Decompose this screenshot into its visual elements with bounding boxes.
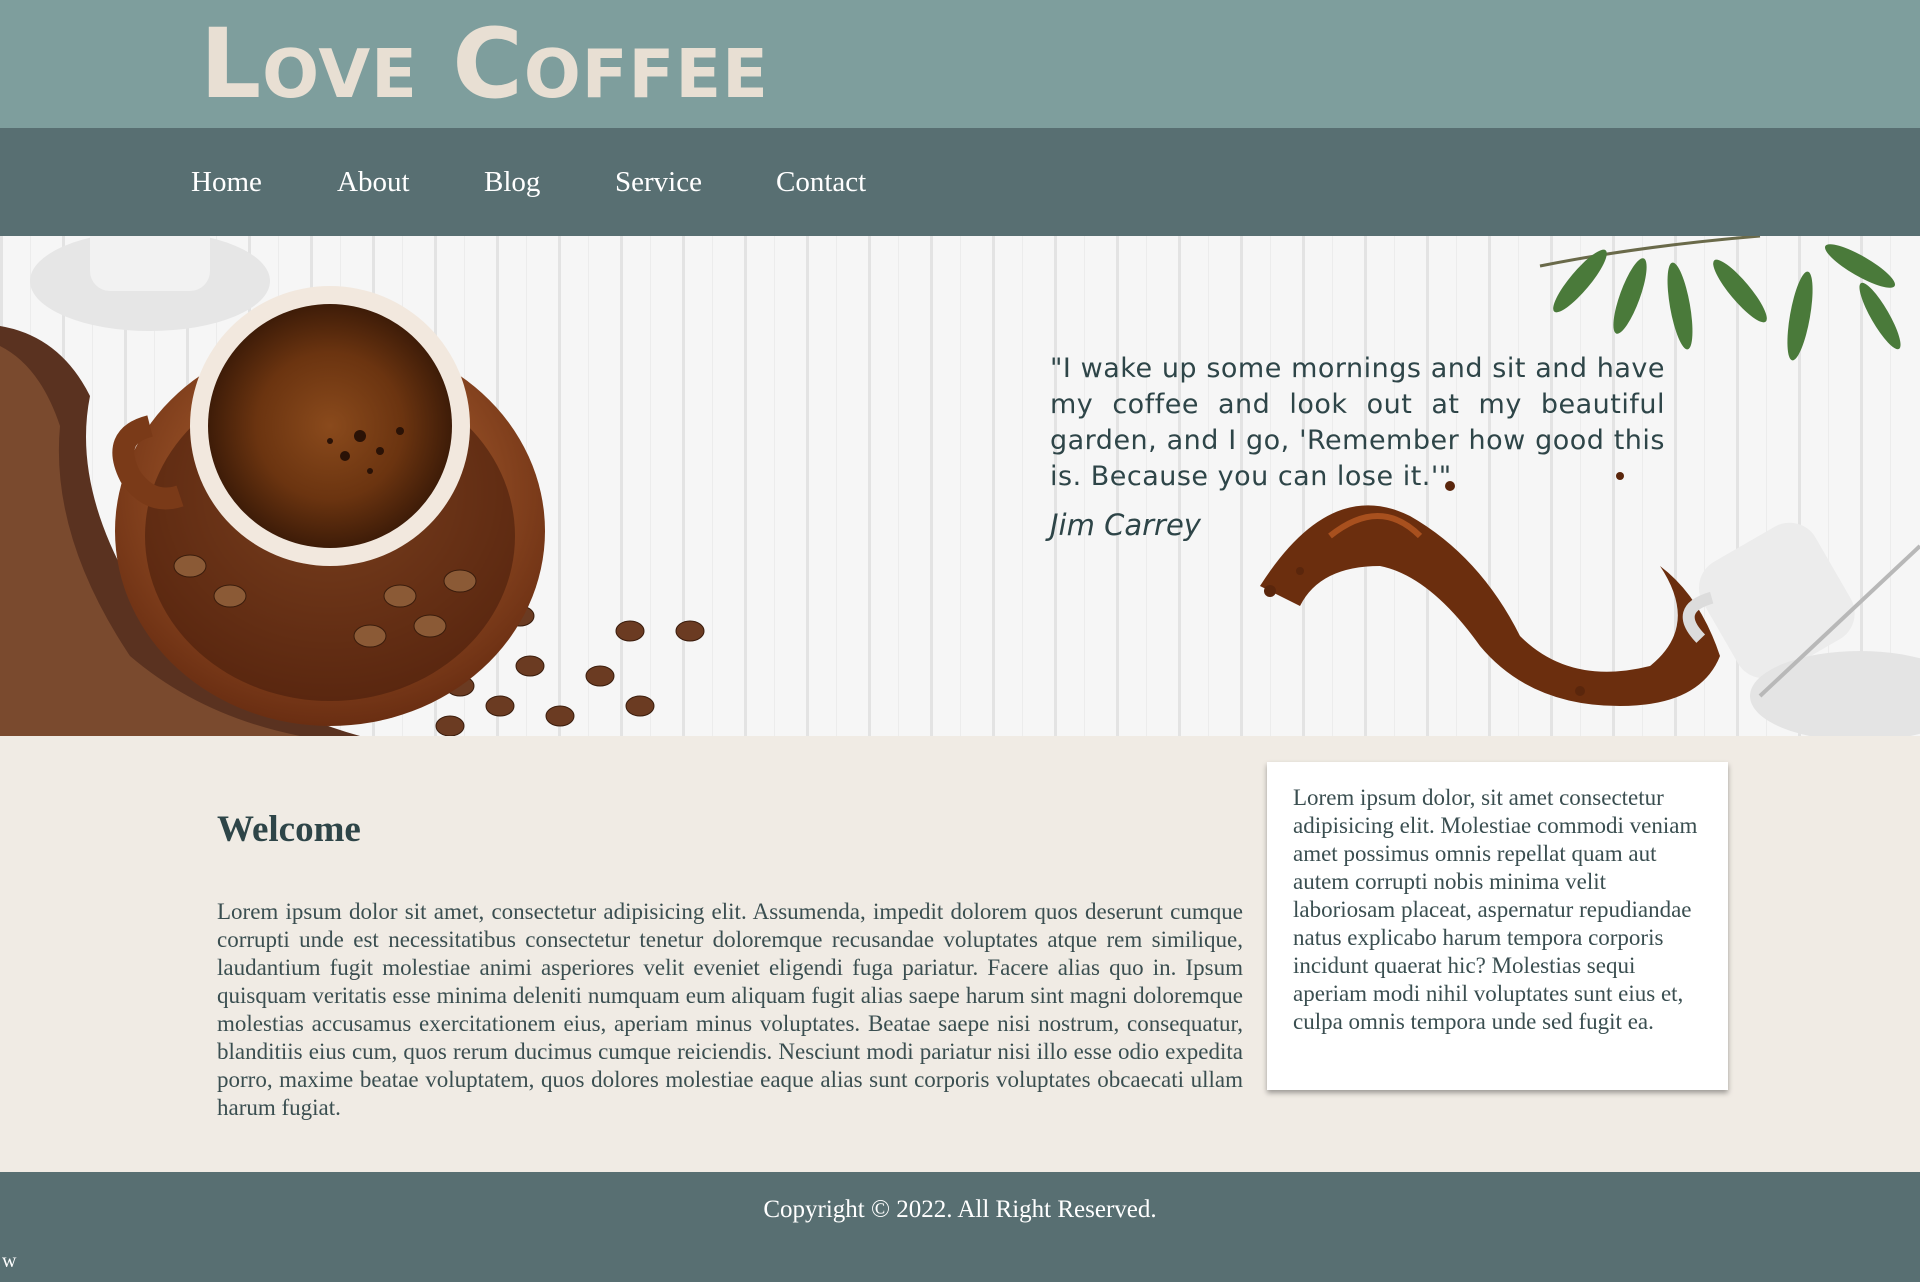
main-nav: Home About Blog Service Contact xyxy=(0,128,1920,236)
nav-contact[interactable]: Contact xyxy=(776,164,866,200)
site-footer: Copyright © 2022. All Right Reserved. w xyxy=(0,1172,1920,1282)
aside-text: Lorem ipsum dolor, sit amet consectetur … xyxy=(1293,785,1698,1034)
copyright-text: Copyright © 2022. All Right Reserved. xyxy=(763,1196,1157,1223)
welcome-text: Lorem ipsum dolor sit amet, consectetur … xyxy=(217,899,1243,1120)
site-header: Love Coffee xyxy=(0,0,1920,128)
nav-home[interactable]: Home xyxy=(191,164,262,200)
hero-quote: "I wake up some mornings and sit and hav… xyxy=(1050,353,1665,492)
corner-text: w xyxy=(2,1250,17,1272)
nav-service[interactable]: Service xyxy=(615,164,702,200)
main-content: Welcome Lorem ipsum dolor sit amet, cons… xyxy=(0,736,1920,1172)
logo[interactable]: Love Coffee xyxy=(200,8,769,120)
nav-about[interactable]: About xyxy=(337,164,410,200)
aside-card: Lorem ipsum dolor, sit amet consectetur … xyxy=(1267,762,1728,1090)
quote-author: Jim Carrey xyxy=(1050,508,1201,542)
nav-blog[interactable]: Blog xyxy=(484,164,540,200)
hero-banner: "I wake up some mornings and sit and hav… xyxy=(0,236,1920,736)
welcome-title: Welcome xyxy=(217,809,361,850)
